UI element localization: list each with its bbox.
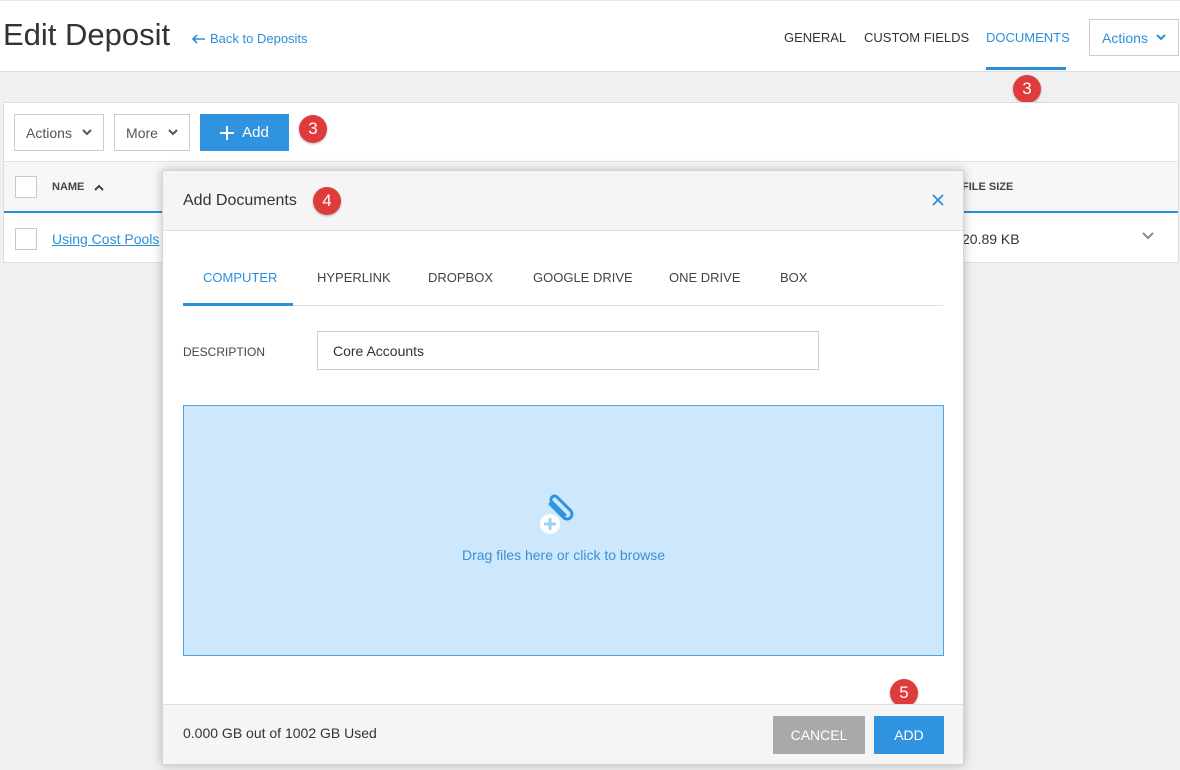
storage-usage-text: 0.000 GB out of 1002 GB Used [183, 725, 377, 741]
actions-label: Actions [26, 124, 72, 141]
tab-box[interactable]: BOX [780, 270, 807, 285]
tab-dropbox[interactable]: DROPBOX [428, 270, 493, 285]
plus-icon [220, 125, 235, 140]
tab-one-drive[interactable]: ONE DRIVE [669, 270, 741, 285]
tab-general[interactable]: GENERAL [784, 30, 846, 45]
row-checkbox[interactable] [15, 228, 37, 250]
source-tabs: COMPUTER HYPERLINK DROPBOX GOOGLE DRIVE … [183, 231, 943, 306]
chevron-down-icon [82, 129, 92, 136]
chevron-down-icon [1156, 34, 1166, 41]
step-badge-4: 4 [313, 187, 341, 215]
modal-footer: 0.000 GB out of 1002 GB Used CANCEL ADD [163, 704, 963, 764]
description-input[interactable] [317, 331, 819, 370]
step-badge-3-add: 3 [299, 115, 327, 143]
tab-google-drive[interactable]: GOOGLE DRIVE [533, 270, 633, 285]
chevron-down-icon[interactable] [1142, 232, 1154, 240]
document-file-size: 20.89 KB [962, 231, 1020, 247]
back-to-deposits-link[interactable]: Back to Deposits [192, 31, 308, 46]
name-column-header[interactable]: NAME [52, 181, 105, 193]
more-dropdown[interactable]: More [114, 114, 190, 151]
modal-header: Add Documents 4 [163, 171, 963, 231]
modal-title: Add Documents [183, 192, 297, 209]
name-column-label: NAME [52, 181, 85, 193]
sort-up-icon [94, 184, 105, 191]
page-header: Edit Deposit Back to Deposits GENERAL CU… [0, 0, 1180, 72]
dropzone-text: Drag files here or click to browse [461, 547, 666, 563]
active-tab-indicator [183, 303, 293, 306]
file-size-column-header[interactable]: FILE SIZE [962, 181, 1013, 193]
tab-hyperlink[interactable]: HYPERLINK [317, 270, 391, 285]
document-name-link[interactable]: Using Cost Pools [52, 231, 159, 247]
actions-dropdown[interactable]: Actions [14, 114, 104, 151]
close-icon[interactable] [931, 193, 945, 207]
paperclip-plus-icon [540, 494, 574, 534]
more-label: More [126, 124, 158, 141]
chevron-down-icon [168, 129, 178, 136]
step-badge-5: 5 [890, 679, 918, 707]
back-link-label: Back to Deposits [210, 31, 308, 46]
tab-documents[interactable]: DOCUMENTS [986, 30, 1070, 70]
header-actions-label: Actions [1102, 29, 1148, 46]
file-dropzone[interactable]: Drag files here or click to browse [183, 405, 944, 656]
description-label: DESCRIPTION [183, 345, 266, 359]
add-button[interactable]: ADD [874, 716, 944, 754]
cancel-button[interactable]: CANCEL [773, 716, 865, 754]
header-actions-dropdown[interactable]: Actions [1089, 19, 1179, 56]
add-documents-modal: Add Documents 4 COMPUTER HYPERLINK DROPB… [162, 170, 964, 765]
tab-custom-fields[interactable]: CUSTOM FIELDS [864, 30, 969, 45]
add-label: Add [242, 124, 269, 141]
select-all-checkbox[interactable] [15, 176, 37, 198]
step-badge-3-documents: 3 [1013, 75, 1041, 103]
left-arrow-icon [192, 33, 205, 44]
tab-computer[interactable]: COMPUTER [203, 270, 277, 285]
add-document-button[interactable]: Add [200, 114, 289, 151]
page-title: Edit Deposit [3, 17, 171, 52]
